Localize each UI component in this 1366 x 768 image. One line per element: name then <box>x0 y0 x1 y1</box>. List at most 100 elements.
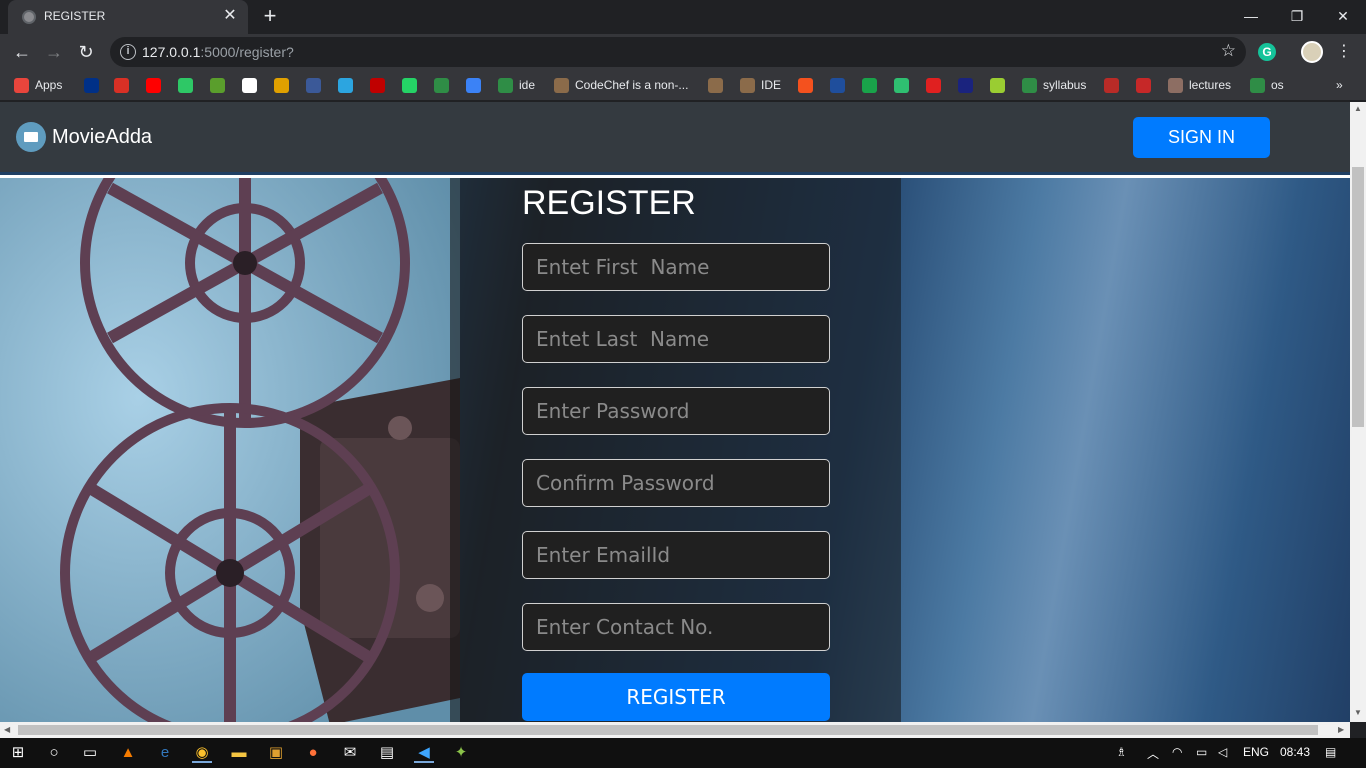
play-icon <box>210 77 225 93</box>
new-tab-button[interactable]: + <box>258 5 282 29</box>
browser-tab-strip: REGISTER ✕ + — ❐ ✕ <box>0 0 1366 34</box>
bookmark-item[interactable]: Apps <box>14 76 62 94</box>
bookmark-item[interactable]: IDE <box>740 76 781 94</box>
bookmark-item[interactable] <box>178 76 199 94</box>
film-projector-image <box>0 178 460 722</box>
bird-icon <box>894 77 909 93</box>
page-viewport: MovieAdda SIGN IN REGISTER Entet First N… <box>0 102 1350 722</box>
store-icon[interactable]: ▤ <box>377 743 397 763</box>
app-icon-2[interactable]: ✦ <box>451 743 471 763</box>
sign-in-button[interactable]: SIGN IN <box>1133 117 1270 158</box>
cortana-search-icon[interactable]: ○ <box>44 743 64 763</box>
bookmark-item[interactable] <box>798 76 819 94</box>
bookmark-item[interactable] <box>434 76 455 94</box>
red-circle-icon <box>370 77 385 93</box>
bookmark-item[interactable] <box>1104 76 1125 94</box>
bookmark-label: syllabus <box>1043 78 1087 92</box>
scroll-right-arrow-icon[interactable]: ▶ <box>1338 725 1344 734</box>
bookmark-item[interactable] <box>306 76 327 94</box>
grammarly-extension-icon[interactable]: G <box>1258 43 1276 61</box>
bookmark-label: IDE <box>761 78 782 92</box>
windows-start-icon[interactable]: ⊞ <box>8 743 28 763</box>
vertical-scroll-thumb[interactable] <box>1352 167 1364 427</box>
clapperboard-icon[interactable] <box>16 122 46 152</box>
bookmark-item[interactable] <box>1136 76 1157 94</box>
vscode-icon[interactable]: ◀ <box>414 743 434 763</box>
bookmark-label: Apps <box>35 78 63 92</box>
app-icon[interactable]: ▣ <box>266 743 286 763</box>
task-view-icon[interactable]: ▭ <box>80 743 100 763</box>
volume-icon[interactable]: ◁ <box>1218 745 1227 759</box>
reload-button[interactable]: ↻ <box>72 38 100 66</box>
vlc-icon[interactable]: ▲ <box>118 743 138 763</box>
scroll-left-arrow-icon[interactable]: ◀ <box>4 725 10 734</box>
bookmark-item[interactable] <box>926 76 947 94</box>
horizontal-scrollbar[interactable]: ◀ ▶ <box>0 722 1350 738</box>
edge-icon[interactable]: e <box>155 743 175 763</box>
info-icon[interactable]: i <box>120 44 136 60</box>
minimize-button[interactable]: — <box>1228 0 1274 32</box>
bookmark-item[interactable] <box>84 76 105 94</box>
bookmark-item[interactable] <box>370 76 391 94</box>
bookmark-item[interactable] <box>990 76 1011 94</box>
bookmark-item[interactable] <box>708 76 729 94</box>
clock[interactable]: 08:43 <box>1280 745 1310 759</box>
browser-tab[interactable]: REGISTER ✕ <box>8 0 248 34</box>
last-name-field[interactable] <box>522 315 830 363</box>
vertical-scrollbar[interactable]: ▲ ▼ <box>1350 102 1366 722</box>
restore-button[interactable]: ❐ <box>1274 0 1320 32</box>
telegram-icon <box>338 77 353 93</box>
battery-icon[interactable]: ▭ <box>1196 745 1207 759</box>
form-title: REGISTER <box>522 184 696 222</box>
bookmark-item[interactable]: CodeChef is a non-... <box>554 76 688 94</box>
notifications-icon[interactable]: ▤ <box>1325 745 1336 759</box>
bookmark-item[interactable] <box>958 76 979 94</box>
people-icon[interactable]: ♗ <box>1116 745 1127 759</box>
back-button[interactable]: ← <box>8 38 36 66</box>
bookmark-label: lectures <box>1189 78 1232 92</box>
bookmark-item[interactable] <box>894 76 915 94</box>
address-bar[interactable]: i 127.0.0.1:5000/register? ☆ <box>110 37 1246 67</box>
url-text[interactable]: 127.0.0.1:5000/register? <box>142 44 294 60</box>
bookmark-item[interactable] <box>466 76 487 94</box>
hackerrank-icon <box>178 77 193 93</box>
first-name-field[interactable] <box>522 243 830 291</box>
bookmark-item[interactable]: syllabus <box>1022 76 1086 94</box>
register-button[interactable]: REGISTER <box>522 673 830 721</box>
profile-avatar[interactable] <box>1301 41 1323 63</box>
scroll-up-arrow-icon[interactable]: ▲ <box>1354 104 1362 113</box>
bookmark-item[interactable] <box>830 76 851 94</box>
language-indicator[interactable]: ENG <box>1243 745 1269 759</box>
bookmark-star-icon[interactable]: ☆ <box>1221 41 1236 61</box>
url-path: :5000/register? <box>200 44 294 60</box>
scroll-down-arrow-icon[interactable]: ▼ <box>1354 708 1362 717</box>
bookmarks-overflow-icon[interactable]: » <box>1336 76 1343 94</box>
chrome-icon[interactable]: ◉ <box>192 743 212 763</box>
email-field[interactable] <box>522 531 830 579</box>
bookmark-item[interactable] <box>862 76 883 94</box>
bookmark-item[interactable] <box>114 76 135 94</box>
bookmark-item[interactable] <box>242 76 263 94</box>
brand-name[interactable]: MovieAdda <box>52 126 152 149</box>
close-window-button[interactable]: ✕ <box>1320 0 1366 32</box>
bookmark-item[interactable]: lectures <box>1168 76 1231 94</box>
close-tab-icon[interactable]: ✕ <box>220 6 240 26</box>
bookmark-item[interactable] <box>146 76 167 94</box>
file-explorer-icon[interactable]: ▬ <box>229 743 249 763</box>
mail-icon[interactable]: ✉ <box>340 743 360 763</box>
horizontal-scroll-thumb[interactable] <box>18 725 1318 735</box>
confirm-password-field[interactable] <box>522 459 830 507</box>
bookmark-item[interactable] <box>402 76 423 94</box>
bookmark-item[interactable]: ide <box>498 76 535 94</box>
tray-chevron-icon[interactable]: ︿ <box>1147 745 1159 762</box>
bookmark-item[interactable] <box>274 76 295 94</box>
forward-button[interactable]: → <box>40 38 68 66</box>
wifi-icon[interactable]: ◠ <box>1172 745 1182 759</box>
bookmark-item[interactable] <box>210 76 231 94</box>
chrome-menu-icon[interactable]: ⋮ <box>1336 40 1352 64</box>
firefox-icon[interactable]: ● <box>303 743 323 763</box>
bookmark-item[interactable]: os <box>1250 76 1284 94</box>
bookmark-item[interactable] <box>338 76 359 94</box>
contact-number-field[interactable] <box>522 603 830 651</box>
password-field[interactable] <box>522 387 830 435</box>
